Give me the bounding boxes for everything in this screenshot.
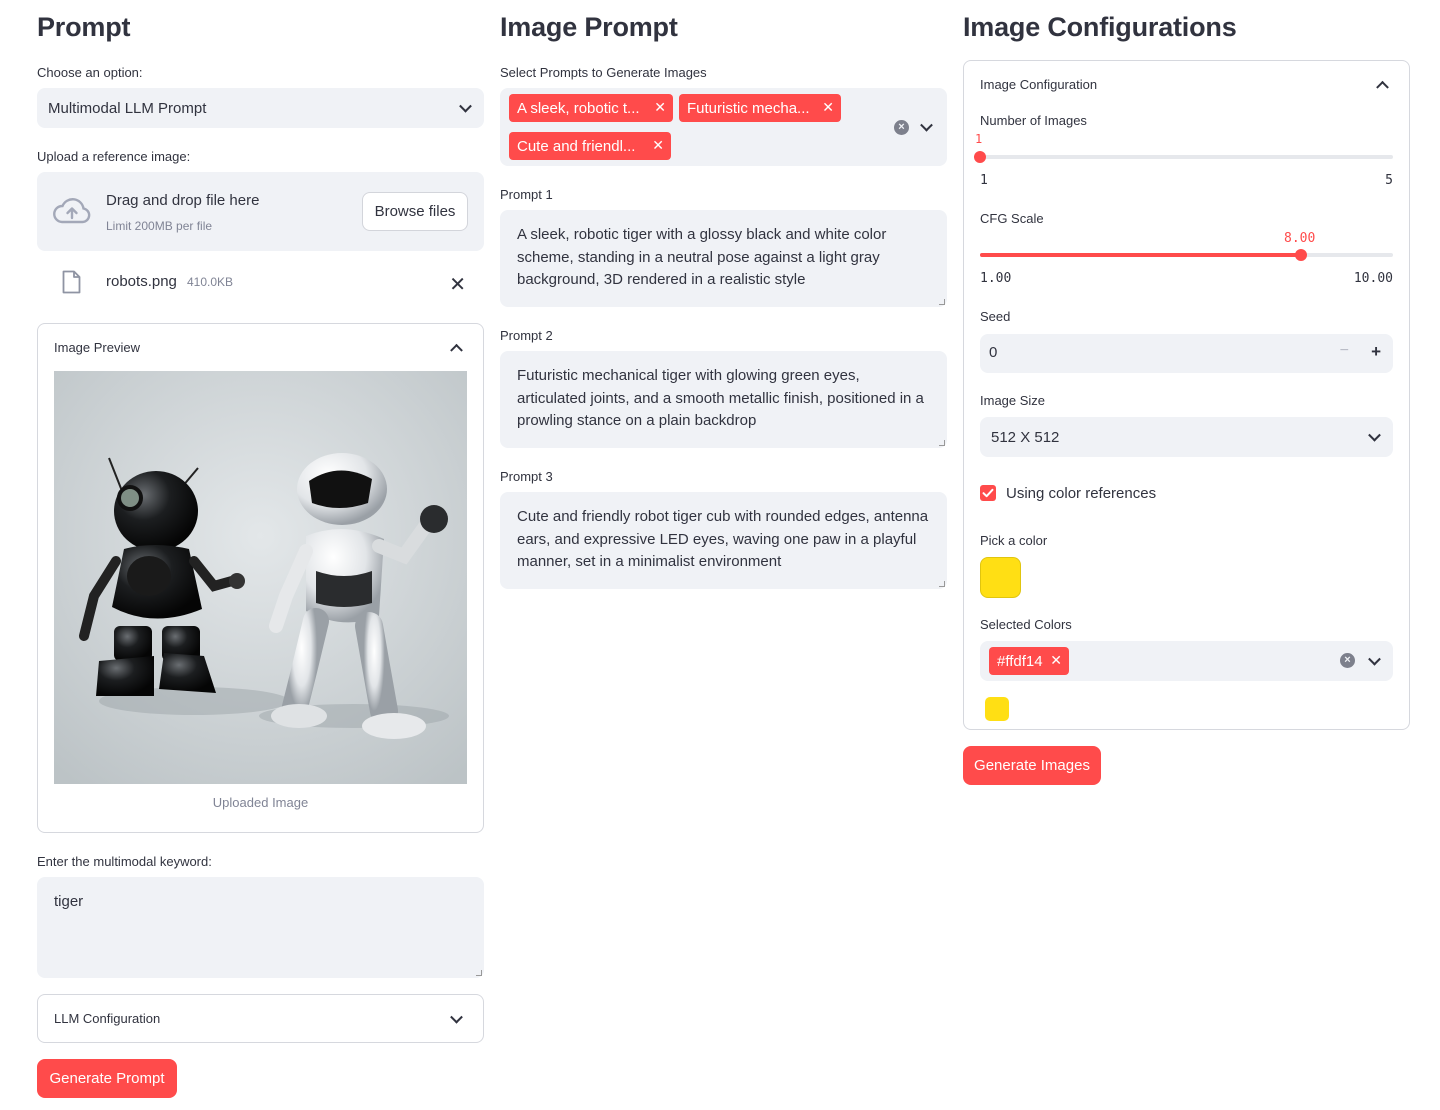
chevron-down-icon[interactable] <box>1368 652 1381 666</box>
num-images-track[interactable] <box>980 155 1393 159</box>
color-references-checkbox[interactable] <box>980 485 996 501</box>
file-dropzone[interactable]: Drag and drop file here Limit 200MB per … <box>37 172 484 251</box>
image-size-label: Image Size <box>980 393 1046 408</box>
resize-handle-icon[interactable] <box>476 970 482 976</box>
image-configuration-expander: Image Configuration Number of Images 1 1… <box>963 60 1410 730</box>
llm-configuration-expander[interactable]: LLM Configuration <box>37 994 484 1043</box>
chevron-up-icon[interactable] <box>1376 80 1389 94</box>
prompts-multiselect[interactable]: A sleek, robotic t... ✕ Futuristic mecha… <box>500 88 947 166</box>
selected-color-swatch <box>985 697 1009 721</box>
image-preview-expander: Image Preview Uploaded Image <box>37 323 484 833</box>
cfg-scale-fill <box>980 253 1301 257</box>
color-picker-swatch[interactable] <box>980 557 1021 598</box>
cfg-scale-value: 8.00 <box>1284 231 1316 246</box>
remove-file-icon[interactable]: ✕ <box>449 272 466 297</box>
llm-configuration-title: LLM Configuration <box>54 1011 161 1026</box>
cfg-scale-label: CFG Scale <box>980 211 1044 226</box>
keyword-textarea[interactable]: tiger <box>37 877 484 978</box>
dropzone-limit: Limit 200MB per file <box>106 219 213 233</box>
prompt-3-label: Prompt 3 <box>500 469 553 484</box>
prompt-1-textarea[interactable]: A sleek, robotic tiger with a glossy bla… <box>500 210 947 307</box>
chevron-down-icon <box>459 99 472 113</box>
prompt-2-textarea[interactable]: Futuristic mechanical tiger with glowing… <box>500 351 947 448</box>
remove-tag-icon[interactable]: ✕ <box>654 99 666 116</box>
image-size-value: 512 X 512 <box>991 428 1060 446</box>
color-tag-label: #ffdf14 <box>997 652 1043 670</box>
seed-value: 0 <box>989 344 998 361</box>
remove-tag-icon[interactable]: ✕ <box>822 99 834 116</box>
increment-button[interactable]: + <box>1371 342 1381 362</box>
image-config-heading: Image Configurations <box>963 12 1237 42</box>
prompt-tag-label: A sleek, robotic t... <box>517 99 640 117</box>
cloud-upload-icon <box>53 198 91 224</box>
keyword-label: Enter the multimodal keyword: <box>37 854 212 869</box>
prompt-2-text: Futuristic mechanical tiger with glowing… <box>517 367 924 429</box>
prompt-tag[interactable]: Cute and friendl... ✕ <box>509 132 671 160</box>
color-tag[interactable]: #ffdf14 ✕ <box>989 647 1069 675</box>
choose-option-select[interactable]: Multimodal LLM Prompt <box>37 88 484 128</box>
robots-image-icon <box>54 371 467 784</box>
check-icon <box>982 488 994 498</box>
num-images-value: 1 <box>975 132 983 146</box>
resize-handle-icon[interactable] <box>939 299 945 305</box>
decrement-button[interactable]: − <box>1340 342 1349 360</box>
pick-color-label: Pick a color <box>980 533 1048 548</box>
choose-option-value: Multimodal LLM Prompt <box>48 99 207 117</box>
file-name: robots.png <box>106 273 177 290</box>
cfg-scale-min: 1.00 <box>980 271 1012 286</box>
image-configuration-title[interactable]: Image Configuration <box>980 77 1097 92</box>
image-preview-title[interactable]: Image Preview <box>54 340 140 355</box>
chevron-down-icon <box>450 1010 463 1024</box>
image-caption: Uploaded Image <box>212 795 309 810</box>
num-images-thumb[interactable] <box>974 151 986 163</box>
file-icon <box>62 270 81 294</box>
seed-label: Seed <box>980 309 1011 324</box>
prompt-tag[interactable]: Futuristic mecha... ✕ <box>679 94 841 122</box>
remove-tag-icon[interactable]: ✕ <box>1050 652 1062 669</box>
image-size-select[interactable]: 512 X 512 <box>980 417 1393 457</box>
uploaded-file-row: robots.png 410.0KB ✕ <box>37 262 484 302</box>
uploaded-image <box>54 371 467 784</box>
select-prompts-label: Select Prompts to Generate Images <box>500 65 707 80</box>
image-prompt-heading: Image Prompt <box>500 12 678 42</box>
prompt-1-text: A sleek, robotic tiger with a glossy bla… <box>517 226 887 288</box>
file-size: 410.0KB <box>187 275 234 289</box>
resize-handle-icon[interactable] <box>939 440 945 446</box>
keyword-value: tiger <box>54 893 84 910</box>
clear-all-icon[interactable]: × <box>1340 653 1355 668</box>
browse-files-button[interactable]: Browse files <box>362 192 468 231</box>
seed-input[interactable]: 0 − + <box>980 334 1393 373</box>
prompt-tag[interactable]: A sleek, robotic t... ✕ <box>509 94 673 122</box>
resize-handle-icon[interactable] <box>939 581 945 587</box>
prompt-tag-label: Cute and friendl... <box>517 137 636 155</box>
color-references-label: Using color references <box>1006 485 1157 502</box>
selected-colors-multiselect[interactable]: #ffdf14 ✕ × <box>980 641 1393 681</box>
num-images-max: 5 <box>1385 173 1393 188</box>
choose-option-label: Choose an option: <box>37 65 143 80</box>
selected-colors-label: Selected Colors <box>980 617 1072 632</box>
clear-all-icon[interactable]: × <box>894 120 909 135</box>
chevron-down-icon[interactable] <box>920 118 933 132</box>
prompt-3-textarea[interactable]: Cute and friendly robot tiger cub with r… <box>500 492 947 589</box>
remove-tag-icon[interactable]: ✕ <box>652 137 664 154</box>
chevron-up-icon[interactable] <box>450 343 463 357</box>
num-images-label: Number of Images <box>980 113 1087 128</box>
prompt-3-text: Cute and friendly robot tiger cub with r… <box>517 508 929 570</box>
upload-label: Upload a reference image: <box>37 149 191 164</box>
prompt-heading: Prompt <box>37 12 131 42</box>
cfg-scale-max: 10.00 <box>1353 271 1393 286</box>
chevron-down-icon <box>1368 428 1381 442</box>
prompt-tag-label: Futuristic mecha... <box>687 99 810 117</box>
dropzone-instructions: Drag and drop file here <box>106 192 260 209</box>
generate-prompt-button[interactable]: Generate Prompt <box>37 1059 177 1098</box>
generate-images-button[interactable]: Generate Images <box>963 746 1101 785</box>
prompt-1-label: Prompt 1 <box>500 187 553 202</box>
prompt-2-label: Prompt 2 <box>500 328 553 343</box>
num-images-min: 1 <box>980 173 988 188</box>
cfg-scale-thumb[interactable] <box>1295 249 1307 261</box>
